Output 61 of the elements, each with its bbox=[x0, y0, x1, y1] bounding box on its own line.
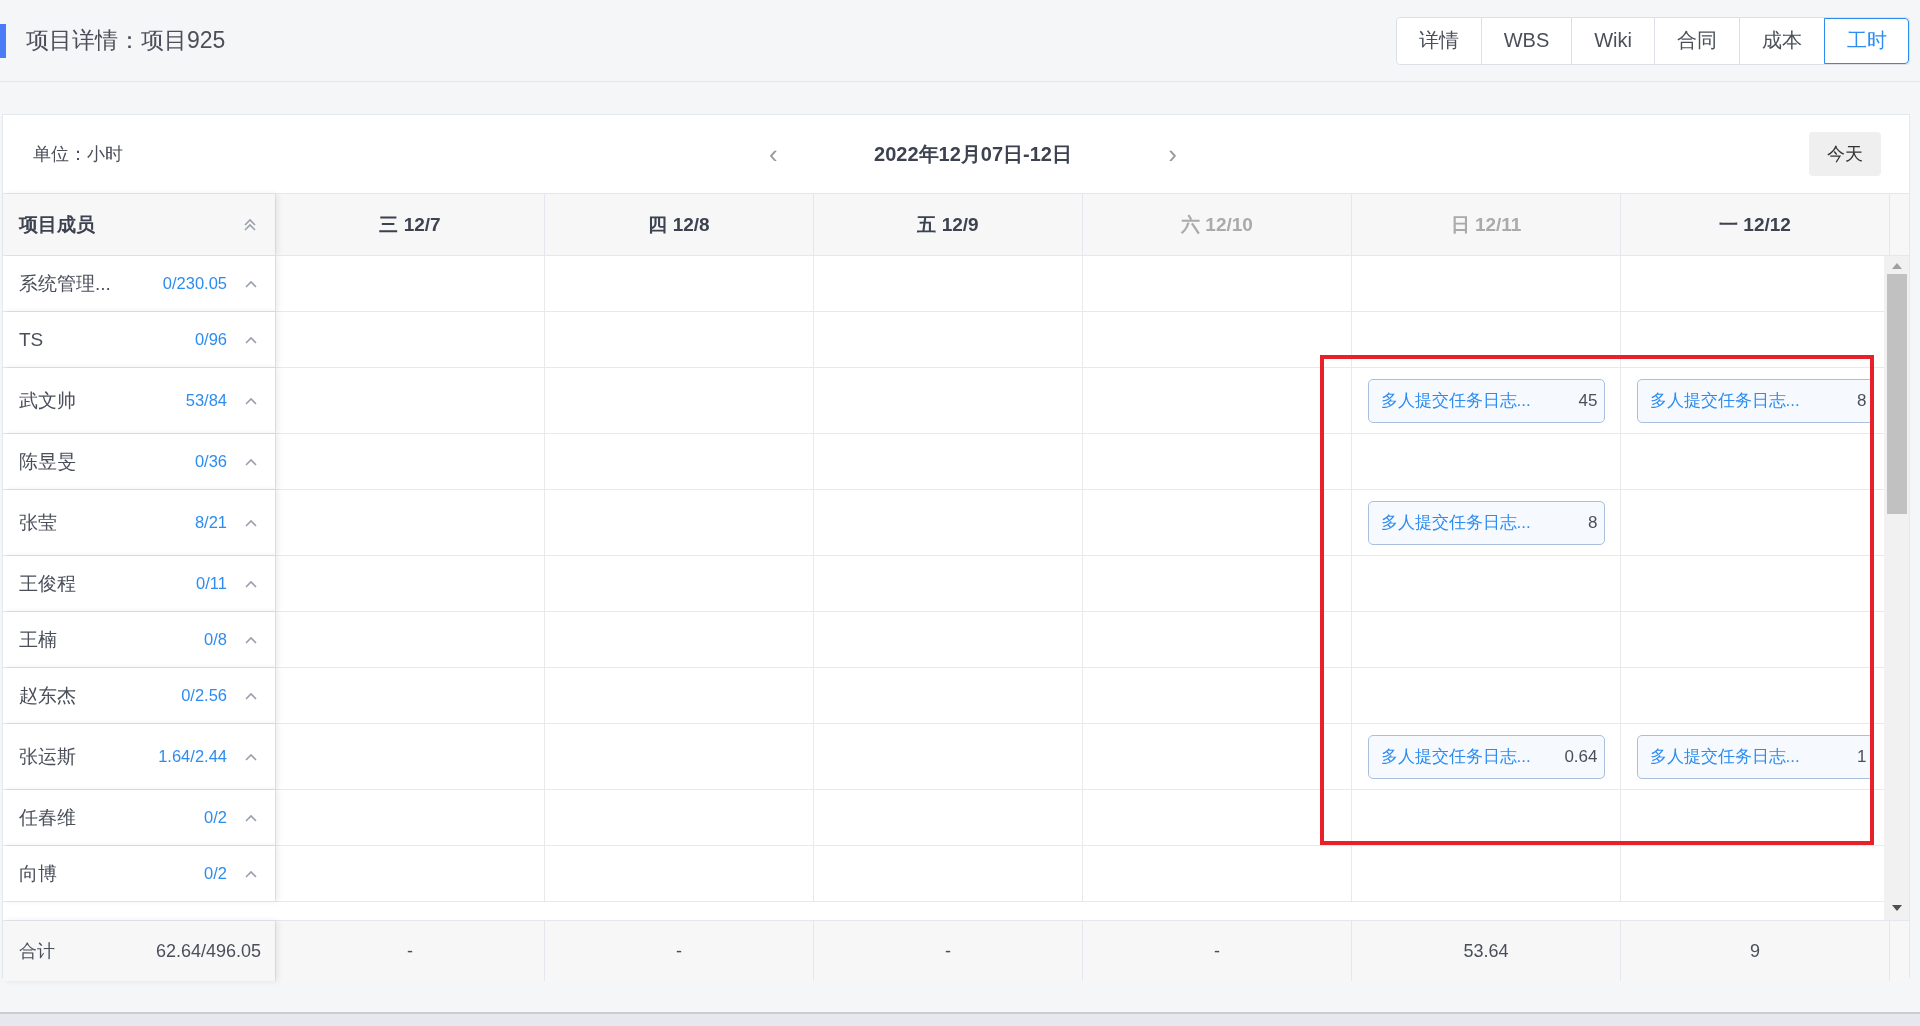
today-button[interactable]: 今天 bbox=[1809, 132, 1881, 176]
total-hours: 62.64/496.05 bbox=[155, 940, 261, 962]
unit-label: 单位：小时 bbox=[33, 143, 123, 166]
time-entry[interactable]: 多人提交任务日志... 45 bbox=[1367, 378, 1605, 423]
caret-up-icon[interactable] bbox=[245, 869, 257, 878]
member-name: TS bbox=[19, 328, 45, 351]
day-header: 五 12/9 bbox=[917, 212, 979, 237]
caret-up-icon[interactable] bbox=[245, 579, 257, 588]
member-hours: 0/230.05 bbox=[162, 274, 227, 293]
day-header: 日 12/11 bbox=[1450, 212, 1522, 237]
time-entry[interactable]: 多人提交任务日志... 0.64 bbox=[1367, 734, 1605, 779]
day-total: - bbox=[945, 940, 951, 962]
member-hours: 0/2 bbox=[204, 864, 227, 883]
member-name: 陈昱旻 bbox=[19, 449, 77, 474]
member-hours: 0/2.56 bbox=[181, 686, 227, 705]
member-name: 张运斯 bbox=[19, 744, 77, 769]
day-header: 一 12/12 bbox=[1719, 212, 1791, 237]
caret-up-icon[interactable] bbox=[245, 518, 257, 527]
collapse-all-icon[interactable] bbox=[243, 217, 257, 232]
caret-up-icon[interactable] bbox=[245, 813, 257, 822]
day-total: - bbox=[1214, 940, 1220, 962]
day-header: 三 12/7 bbox=[379, 212, 441, 237]
member-hours: 53/84 bbox=[185, 391, 227, 410]
member-hours: 1.64/2.44 bbox=[158, 747, 227, 766]
member-name: 武文帅 bbox=[19, 388, 77, 413]
member-name: 向博 bbox=[19, 861, 58, 886]
day-total: - bbox=[407, 940, 413, 962]
caret-up-icon[interactable] bbox=[245, 752, 257, 761]
caret-up-icon[interactable] bbox=[245, 635, 257, 644]
member-hours: 0/36 bbox=[194, 452, 227, 471]
member-hours: 0/8 bbox=[204, 630, 227, 649]
member-name: 系统管理... bbox=[19, 271, 112, 296]
day-total: 53.64 bbox=[1463, 940, 1509, 962]
scroll-down-icon[interactable] bbox=[1891, 904, 1902, 912]
day-total: - bbox=[676, 940, 682, 962]
caret-up-icon[interactable] bbox=[245, 396, 257, 405]
member-name: 王楠 bbox=[19, 627, 58, 652]
day-header: 六 12/10 bbox=[1181, 212, 1253, 237]
member-name: 张莹 bbox=[19, 510, 58, 535]
day-total: 9 bbox=[1750, 940, 1760, 962]
caret-up-icon[interactable] bbox=[245, 279, 257, 288]
column-header: 项目成员 bbox=[19, 212, 95, 237]
member-hours: 8/21 bbox=[194, 513, 227, 532]
accent-bar bbox=[0, 23, 6, 58]
caret-up-icon[interactable] bbox=[245, 335, 257, 344]
member-name: 任春维 bbox=[19, 805, 77, 830]
scroll-up-icon[interactable] bbox=[1891, 262, 1902, 270]
caret-up-icon[interactable] bbox=[245, 457, 257, 466]
member-hours: 0/11 bbox=[196, 574, 227, 593]
caret-up-icon[interactable] bbox=[245, 691, 257, 700]
page-title: 项目详情：项目925 bbox=[26, 26, 226, 55]
member-hours: 0/2 bbox=[204, 808, 227, 827]
scrollbar[interactable] bbox=[1884, 256, 1909, 920]
scroll-thumb[interactable] bbox=[1886, 274, 1907, 514]
member-name: 王俊程 bbox=[19, 571, 77, 596]
day-header: 四 12/8 bbox=[648, 212, 710, 237]
member-name: 赵东杰 bbox=[19, 683, 77, 708]
time-entry[interactable]: 多人提交任务日志... 8 bbox=[1367, 500, 1605, 545]
member-hours: 0/96 bbox=[194, 330, 227, 349]
date-range: 2022年12月07日-12日 bbox=[874, 141, 1072, 167]
total-label: 合计 bbox=[19, 940, 55, 963]
